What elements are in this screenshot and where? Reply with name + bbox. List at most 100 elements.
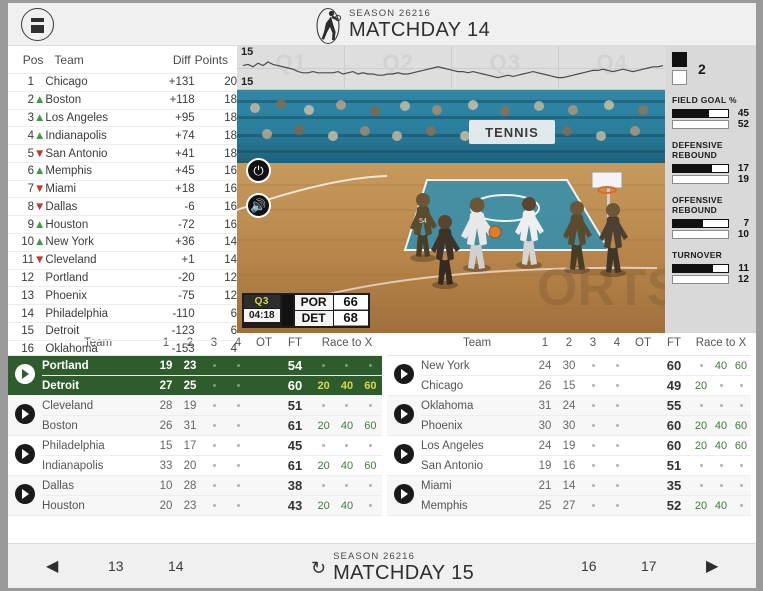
play-button[interactable] [8,356,42,396]
match-ft: 55 [666,398,682,413]
standings-points: 4 [194,339,237,358]
chevron-right-icon[interactable]: ▶ [706,556,718,576]
standings-row[interactable]: 3 ▲ Los Angeles +95 18 [8,108,237,127]
match-race-20 [691,456,711,476]
match-ot [629,476,657,496]
standings-team: Portland [45,268,155,287]
match-q1: 19 [159,359,173,372]
play-button[interactable] [8,436,42,476]
standings-row[interactable]: 5 ▼ San Antonio +41 18 [8,144,237,163]
match-q3 [581,376,605,396]
standings-trend-icon: ▲ [34,233,46,252]
stat-title: DEFENSIVE REBOUND [672,140,723,160]
standings-diff: -6 [154,197,195,216]
match-row[interactable]: Boston 26 31 61 20 40 60 [8,415,382,436]
app-window: SEASON 26216 MATCHDAY 14 Pos Team Diff P… [8,3,756,588]
speaker-icon[interactable]: 🔊 [246,193,271,218]
match-list-left: Team 1 2 3 4 OT FT Race to X Portland 19 2… [8,333,382,516]
scoreboard-clock: 04:18 [244,309,280,322]
play-button[interactable] [387,476,421,516]
match-row[interactable]: Memphis 25 27 52 20 40 [387,495,751,516]
standings-trend-icon: ▲ [34,108,46,127]
match-q1: 10 [159,479,173,492]
standings-row[interactable]: 13 Phoenix -75 12 [8,286,237,305]
play-button[interactable] [8,476,42,516]
match-row[interactable]: Houston 20 23 43 20 40 [8,495,382,516]
match-row[interactable]: San Antonio 19 16 51 [387,456,751,476]
nav-page-13[interactable]: 13 [108,558,124,574]
standings-row[interactable]: 12 Portland -20 12 [8,268,237,287]
play-button[interactable] [387,436,421,476]
match-q4 [605,436,629,456]
match-row[interactable]: Oklahoma 31 24 55 [387,395,751,424]
match-team: Detroit [42,379,80,392]
play-button[interactable] [387,396,421,436]
standings-row[interactable]: 8 ▼ Dallas -6 16 [8,197,237,216]
standings-trend-icon: ▲ [34,161,46,181]
match-ft: 60 [287,378,303,393]
nav-current-matchday[interactable]: ↻ SEASON 26216 MATCHDAY 15 [311,551,474,585]
standings-row[interactable]: 1 Chicago +131 20 [8,73,237,92]
match-row[interactable]: Philadelphia 15 17 45 [8,436,382,464]
match-race-40: 40 [714,419,728,432]
standings-row[interactable]: 4 ▲ Indianapolis +74 18 [8,126,237,145]
match-ot [250,416,278,436]
refresh-icon[interactable]: ↻ [311,558,326,579]
match-race-40 [335,356,358,376]
match-row[interactable]: Portland 19 23 54 [8,355,382,384]
nav-page-17[interactable]: 17 [641,558,657,574]
match-race-20 [312,436,335,456]
standings-trend-icon [34,321,46,341]
match-q2: 23 [183,359,197,372]
match-q1: 30 [538,419,552,432]
standings-row[interactable]: 7 ▼ Miami +18 16 [8,179,237,198]
standings-trend-icon [34,73,46,92]
match-row[interactable]: Indianapolis 33 20 61 20 40 60 [8,456,382,476]
match-row[interactable]: Chicago 26 15 49 20 [387,376,751,396]
play-button[interactable] [8,396,42,436]
standings-row[interactable]: 2 ▲ Boston +118 18 [8,90,237,110]
match-q2: 24 [562,399,576,412]
nav-page-14[interactable]: 14 [168,558,184,574]
standings-team: Philadelphia [45,304,155,323]
standings-team: Boston [45,90,155,110]
standings-row[interactable]: 14 Philadelphia -110 6 [8,304,237,323]
match-race-40 [335,396,358,416]
col-team: Team [54,53,84,67]
game-viewer: Q1 Q2 Q3 Q4 15 15 TENNIS ORTS 54 ⏻ 🔊 Q3 … [237,46,665,333]
standings-pos: 2 [8,90,34,110]
match-team: Indianapolis [42,459,104,472]
match-ft: 49 [666,378,682,393]
standings-points: 18 [194,90,237,110]
menu-circle-icon[interactable] [21,8,54,41]
standings-points: 14 [194,233,237,252]
chevron-left-icon[interactable]: ◀ [46,556,58,576]
power-icon[interactable]: ⏻ [246,158,271,183]
match-row[interactable]: Dallas 10 28 38 [8,475,382,504]
standings-row[interactable]: 11 ▼ Cleveland +1 14 [8,250,237,270]
standings-row[interactable]: 15 Detroit -123 6 [8,321,237,341]
stat-value-dark: 17 [737,163,749,174]
match-q2: 25 [183,379,197,392]
nav-page-16[interactable]: 16 [581,558,597,574]
standings-trend-icon [34,304,46,323]
match-row[interactable]: Miami 21 14 35 [387,475,751,504]
standings-row[interactable]: 10 ▲ New York +36 14 [8,233,237,252]
standings-row[interactable]: 9 ▲ Houston -72 16 [8,215,237,234]
match-row[interactable]: New York 24 30 60 40 60 [387,356,751,384]
col-ft: FT [278,333,312,356]
match-race-40: 40 [340,379,354,392]
match-race-40: 40 [340,499,354,512]
standings-row[interactable]: 6 ▲ Memphis +45 16 [8,161,237,181]
match-row[interactable]: Phoenix 30 30 60 20 40 60 [387,415,751,436]
match-row[interactable]: Los Angeles 24 19 60 20 40 60 [387,436,751,464]
play-button[interactable] [387,356,421,396]
standings-team: Indianapolis [45,126,155,145]
match-row[interactable]: Cleveland 28 19 51 [8,395,382,424]
standings-row[interactable]: 16 Oklahoma -153 4 [8,339,237,358]
match-race-20: 20 [317,499,330,512]
match-row[interactable]: Detroit 27 25 60 20 40 60 [8,375,382,396]
match-race-20: 20 [694,439,708,452]
standings-team: Miami [45,179,155,198]
lead-value: 2 [698,60,706,77]
